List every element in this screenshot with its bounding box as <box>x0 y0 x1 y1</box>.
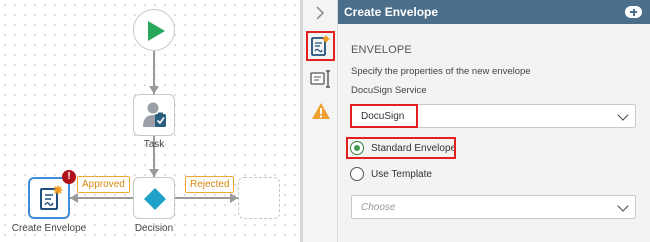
decision-node[interactable] <box>133 177 175 219</box>
properties-panel: ENVELOPE Specify the properties of the n… <box>338 24 650 242</box>
warnings-tab[interactable] <box>308 99 333 124</box>
arrow-head-icon <box>70 193 78 203</box>
error-badge: ! <box>62 170 76 184</box>
arrow-head-icon <box>149 86 159 94</box>
user-task-icon <box>143 102 166 127</box>
create-envelope-node[interactable] <box>28 177 70 219</box>
workflow-canvas[interactable]: Task Decision ! Create Envelope Approved… <box>0 0 300 242</box>
task-node[interactable] <box>133 94 175 136</box>
template-select[interactable]: Choose <box>351 195 636 219</box>
rejected-branch-tag[interactable]: Rejected <box>185 176 235 193</box>
chevron-right-icon[interactable] <box>315 6 325 20</box>
start-node[interactable] <box>133 9 175 51</box>
service-field-label: DocuSign Service <box>351 85 427 96</box>
chevron-down-icon <box>617 109 629 121</box>
task-node-label: Task <box>143 139 165 150</box>
panel-icon-strip <box>303 0 338 242</box>
service-select-highlight <box>350 104 418 128</box>
panel-title: Create Envelope <box>344 5 439 19</box>
field-mapping-tab[interactable] <box>308 66 333 91</box>
standard-envelope-highlight <box>346 137 456 159</box>
use-template-label: Use Template <box>371 169 432 180</box>
empty-placeholder-node[interactable] <box>238 177 280 219</box>
arrow-head-icon <box>230 193 238 203</box>
play-icon <box>148 21 165 41</box>
panel-header: Create Envelope <box>338 0 650 24</box>
radio-unselected-icon <box>350 167 364 181</box>
create-envelope-node-label: Create Envelope <box>11 223 87 234</box>
add-icon[interactable] <box>625 6 642 18</box>
arrow-head-icon <box>149 169 159 177</box>
decision-node-label: Decision <box>134 223 174 234</box>
approved-branch-tag[interactable]: Approved <box>77 176 130 193</box>
field-mapping-icon <box>310 70 330 88</box>
document-signature-icon <box>40 185 63 210</box>
section-title: ENVELOPE <box>351 44 412 56</box>
connector-decision-empty <box>175 197 238 199</box>
decision-diamond-icon <box>144 188 166 210</box>
warning-icon <box>312 103 330 119</box>
template-select-placeholder: Choose <box>361 202 396 213</box>
panel-description: Specify the properties of the new envelo… <box>351 66 531 77</box>
chevron-down-icon <box>617 200 629 212</box>
envelope-tab-highlight <box>306 31 335 61</box>
connector-decision-envelope <box>70 197 133 199</box>
